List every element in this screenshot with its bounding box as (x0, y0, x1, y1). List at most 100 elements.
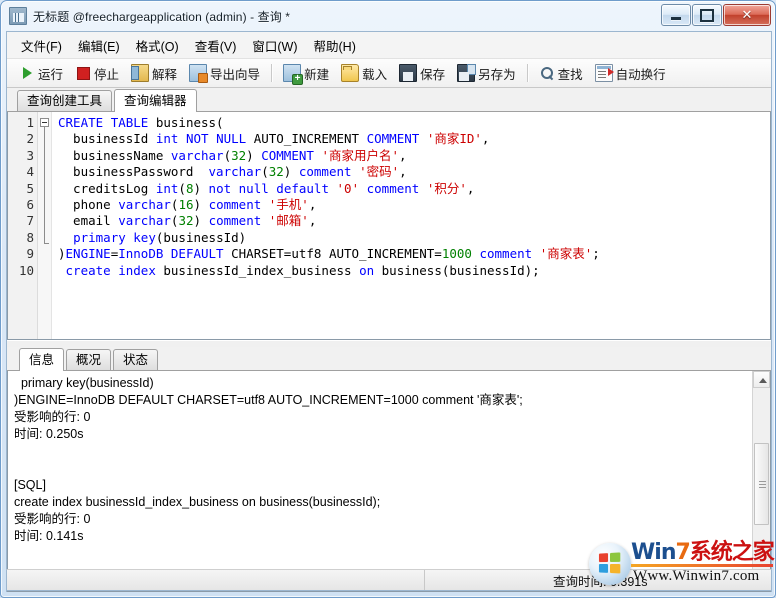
code-token: create (66, 263, 111, 278)
line-number: 5 (8, 181, 34, 197)
code-token: key (133, 230, 156, 245)
new-button[interactable]: 新建 (277, 62, 335, 84)
code-line: businessName varchar(32) COMMENT '商家用户名'… (58, 148, 770, 164)
menu-item-window[interactable]: 窗口(W) (244, 33, 305, 58)
code-token: DEFAULT (171, 246, 224, 261)
panel-splitter[interactable] (7, 340, 771, 347)
find-button[interactable]: 查找 (533, 62, 589, 84)
code-line: phone varchar(16) comment '手机', (58, 197, 770, 213)
code-token (178, 131, 186, 146)
tab-query-builder[interactable]: 查询创建工具 (17, 90, 112, 111)
menu-item-help-label: 帮助(H) (314, 40, 356, 54)
toolbar-separator-2 (527, 64, 528, 82)
sql-editor-panel[interactable]: 12345678910 CREATE TABLE business( busin… (7, 112, 771, 340)
menu-item-format[interactable]: 格式(O) (128, 33, 187, 58)
line-number: 6 (8, 197, 34, 213)
code-token: varchar (209, 164, 262, 179)
code-token: , (482, 131, 490, 146)
find-button-label: 查找 (558, 64, 583, 83)
menu-item-view-label: 查看(V) (195, 40, 237, 54)
menu-item-edit[interactable]: 编辑(E) (70, 33, 128, 58)
code-token: businessId_index_business (156, 263, 359, 278)
code-line: creditsLog int(8) not null default '0' c… (58, 181, 770, 197)
status-bar: 查询时间: 0.391s (6, 569, 772, 591)
code-token (58, 230, 73, 245)
window-frame: 无标题 @freechargeapplication (admin) - 查询 … (0, 0, 776, 598)
code-token: '密码' (359, 164, 399, 179)
code-token: ( (261, 164, 269, 179)
code-token (352, 164, 360, 179)
save-as-button[interactable]: 另存为 (451, 62, 522, 84)
code-token: not null (209, 181, 269, 196)
code-fold-column[interactable] (38, 112, 52, 339)
tab-status[interactable]: 状态 (113, 349, 158, 370)
close-icon: ✕ (724, 5, 770, 25)
code-line: businessPassword varchar(32) comment '密码… (58, 164, 770, 180)
sql-editor[interactable]: 12345678910 CREATE TABLE business( busin… (8, 112, 770, 339)
code-line: create index businessId_index_business o… (58, 263, 770, 279)
scrollbar-thumb[interactable] (754, 443, 769, 525)
query-time-label: 查询时间: 0.391s (425, 570, 755, 590)
code-token (419, 181, 427, 196)
save-button-label: 保存 (420, 64, 445, 83)
code-token: on (359, 263, 374, 278)
explain-button[interactable]: 解释 (125, 62, 183, 84)
toolbar: 运行 停止 解释 导出向导 新建 (7, 59, 771, 88)
menu-item-format-label: 格式(O) (136, 40, 179, 54)
code-token: 32 (269, 164, 284, 179)
stop-button[interactable]: 停止 (69, 62, 125, 84)
code-token: int (156, 181, 179, 196)
resize-grip-icon[interactable] (755, 573, 769, 587)
code-token: ( (224, 148, 232, 163)
code-token: business(businessId); (374, 263, 540, 278)
code-token: 16 (178, 197, 193, 212)
menu-item-file[interactable]: 文件(F) (13, 33, 70, 58)
code-token: ) (284, 164, 299, 179)
code-token: '商家ID' (427, 131, 482, 146)
stop-button-label: 停止 (94, 64, 119, 83)
menu-item-view[interactable]: 查看(V) (187, 33, 245, 58)
tab-profile[interactable]: 概况 (66, 349, 111, 370)
run-button[interactable]: 运行 (13, 62, 69, 84)
floppy-save-icon (399, 64, 417, 82)
maximize-icon (693, 5, 721, 25)
load-button[interactable]: 载入 (335, 62, 393, 84)
code-token: '邮箱' (269, 213, 309, 228)
code-token: InnoDB (118, 246, 163, 261)
code-line: )ENGINE=InnoDB DEFAULT CHARSET=utf8 AUTO… (58, 246, 770, 262)
fold-guide-line (44, 127, 45, 244)
sql-code-text[interactable]: CREATE TABLE business( businessId int NO… (52, 112, 770, 339)
status-message (7, 570, 425, 590)
menu-bar: 文件(F) 编辑(E) 格式(O) 查看(V) 窗口(W) 帮助(H) (7, 32, 771, 59)
maximize-button[interactable] (692, 4, 722, 26)
code-token: index (118, 263, 156, 278)
fold-collapse-icon[interactable] (40, 118, 49, 127)
code-token (261, 197, 269, 212)
tab-info[interactable]: 信息 (19, 348, 64, 371)
info-output-panel[interactable]: primary key(businessId) )ENGINE=InnoDB D… (7, 371, 771, 592)
explain-button-label: 解释 (152, 64, 177, 83)
export-wizard-button[interactable]: 导出向导 (183, 62, 266, 84)
tab-query-editor[interactable]: 查询编辑器 (114, 89, 197, 112)
client-area: 文件(F) 编辑(E) 格式(O) 查看(V) 窗口(W) 帮助(H) 运行 停… (6, 31, 772, 592)
line-number: 7 (8, 213, 34, 229)
menu-item-help[interactable]: 帮助(H) (306, 33, 364, 58)
close-button[interactable]: ✕ (723, 4, 771, 26)
word-wrap-button[interactable]: 自动换行 (589, 62, 672, 84)
code-token: 32 (178, 213, 193, 228)
tab-query-builder-label: 查询创建工具 (27, 94, 102, 108)
code-token: ( (178, 181, 186, 196)
scroll-up-arrow-icon[interactable] (753, 371, 770, 388)
info-vertical-scrollbar[interactable] (752, 371, 770, 591)
minimize-button[interactable] (661, 4, 691, 26)
code-token: '商家用户名' (321, 148, 399, 163)
code-token: comment (209, 197, 262, 212)
code-token: CHARSET=utf8 AUTO_INCREMENT= (224, 246, 442, 261)
save-button[interactable]: 保存 (393, 62, 451, 84)
title-bar[interactable]: 无标题 @freechargeapplication (admin) - 查询 … (2, 2, 776, 30)
code-token: comment (299, 164, 352, 179)
new-document-icon (283, 64, 301, 82)
code-token: ) (194, 197, 209, 212)
code-line: CREATE TABLE business( (58, 115, 770, 131)
code-token: comment (209, 213, 262, 228)
